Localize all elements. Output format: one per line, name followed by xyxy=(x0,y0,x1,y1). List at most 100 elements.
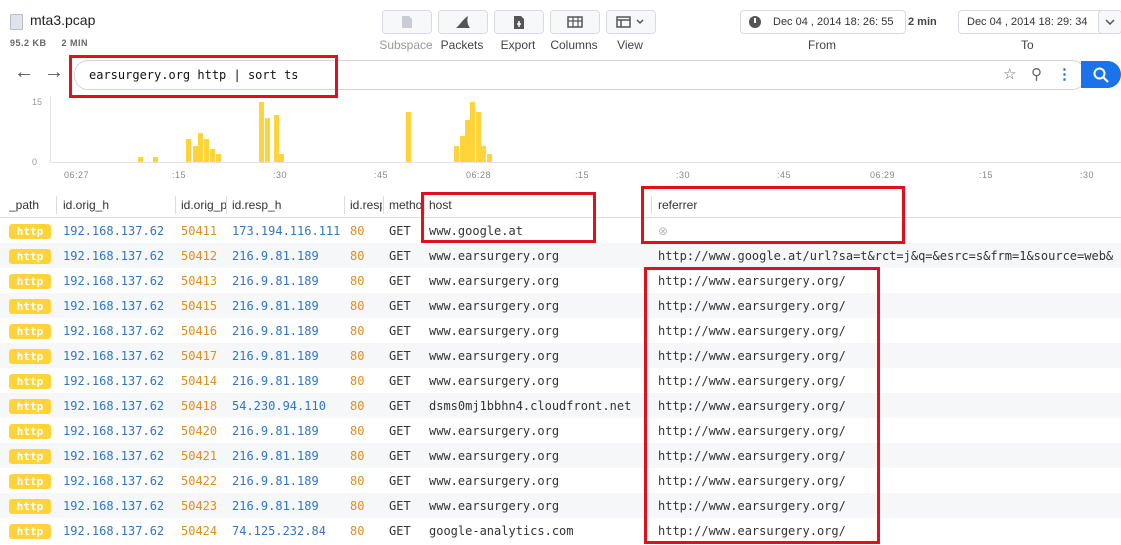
resp-p-cell[interactable]: 80 xyxy=(350,224,380,238)
table-row[interactable]: http 192.168.137.62 50424 74.125.232.84 80 GE… xyxy=(0,518,1121,543)
histogram-bar[interactable] xyxy=(210,148,215,162)
orig-h-cell[interactable]: 192.168.137.62 xyxy=(63,224,173,238)
orig-p-cell[interactable]: 50416 xyxy=(181,324,226,338)
host-cell[interactable]: www.earsurgery.org xyxy=(429,374,647,388)
resp-p-cell[interactable]: 80 xyxy=(350,299,380,313)
columns-button[interactable] xyxy=(550,10,600,34)
resp-p-cell[interactable]: 80 xyxy=(350,374,380,388)
resp-p-cell[interactable]: 80 xyxy=(350,324,380,338)
histogram-bar[interactable] xyxy=(265,117,270,162)
orig-h-cell[interactable]: 192.168.137.62 xyxy=(63,524,173,538)
histogram-bar[interactable] xyxy=(216,154,221,162)
column-header-resp-p[interactable]: id.resp_p xyxy=(350,198,382,212)
method-cell[interactable]: GET xyxy=(389,274,423,288)
host-cell[interactable]: www.earsurgery.org xyxy=(429,499,647,513)
orig-h-cell[interactable]: 192.168.137.62 xyxy=(63,299,173,313)
search-button[interactable] xyxy=(1081,61,1121,88)
table-row[interactable]: http 192.168.137.62 50422 216.9.81.189 80 GET… xyxy=(0,468,1121,493)
resp-p-cell[interactable]: 80 xyxy=(350,274,380,288)
resp-h-cell[interactable]: 173.194.116.111 xyxy=(232,224,340,238)
orig-p-cell[interactable]: 50413 xyxy=(181,274,226,288)
method-cell[interactable]: GET xyxy=(389,424,423,438)
table-row[interactable]: http 192.168.137.62 50413 216.9.81.189 80 GET… xyxy=(0,268,1121,293)
column-divider[interactable] xyxy=(56,196,57,214)
resp-h-cell[interactable]: 216.9.81.189 xyxy=(232,249,340,263)
column-divider[interactable] xyxy=(226,196,227,214)
host-cell[interactable]: www.earsurgery.org xyxy=(429,249,647,263)
export-button[interactable] xyxy=(494,10,544,34)
time-dropdown-button[interactable] xyxy=(1098,10,1121,34)
resp-h-cell[interactable]: 54.230.94.110 xyxy=(232,399,340,413)
resp-h-cell[interactable]: 216.9.81.189 xyxy=(232,499,340,513)
resp-h-cell[interactable]: 216.9.81.189 xyxy=(232,324,340,338)
histogram[interactable]: 15 0 06:27 :15 :30 :45 06:28 :15 :30 :45… xyxy=(0,92,1121,192)
orig-p-cell[interactable]: 50417 xyxy=(181,349,226,363)
orig-h-cell[interactable]: 192.168.137.62 xyxy=(63,474,173,488)
column-header-path[interactable]: _path xyxy=(9,198,57,212)
orig-p-cell[interactable]: 50424 xyxy=(181,524,226,538)
path-badge[interactable]: http xyxy=(9,249,51,264)
histogram-bar[interactable] xyxy=(186,138,191,162)
host-cell[interactable]: www.earsurgery.org xyxy=(429,449,647,463)
column-header-method[interactable]: method xyxy=(389,198,423,212)
table-row[interactable]: http 192.168.137.62 50418 54.230.94.110 80 GE… xyxy=(0,393,1121,418)
path-badge[interactable]: http xyxy=(9,499,51,514)
orig-p-cell[interactable]: 50412 xyxy=(181,249,226,263)
orig-p-cell[interactable]: 50422 xyxy=(181,474,226,488)
more-vert-icon[interactable]: ⋮ xyxy=(1057,65,1072,83)
path-badge[interactable]: http xyxy=(9,374,51,389)
host-cell[interactable]: www.earsurgery.org xyxy=(429,324,647,338)
path-badge[interactable]: http xyxy=(9,274,51,289)
orig-p-cell[interactable]: 50423 xyxy=(181,499,226,513)
referrer-cell[interactable]: http://www.google.at/url?sa=t&rct=j&q=&e… xyxy=(658,249,1121,263)
histogram-bar[interactable] xyxy=(204,138,209,162)
table-row[interactable]: http 192.168.137.62 50415 216.9.81.189 80 GET… xyxy=(0,293,1121,318)
path-badge[interactable]: http xyxy=(9,524,51,539)
table-row[interactable]: http 192.168.137.62 50421 216.9.81.189 80 GET… xyxy=(0,443,1121,468)
packets-button[interactable] xyxy=(438,10,488,34)
orig-h-cell[interactable]: 192.168.137.62 xyxy=(63,349,173,363)
column-header-resp-h[interactable]: id.resp_h xyxy=(232,198,342,212)
host-cell[interactable]: google-analytics.com xyxy=(429,524,647,538)
host-cell[interactable]: www.earsurgery.org xyxy=(429,274,647,288)
table-row[interactable]: http 192.168.137.62 50412 216.9.81.189 80 GET… xyxy=(0,243,1121,268)
resp-h-cell[interactable]: 216.9.81.189 xyxy=(232,474,340,488)
histogram-bar[interactable] xyxy=(454,146,459,162)
table-row[interactable]: http 192.168.137.62 50416 216.9.81.189 80 GET… xyxy=(0,318,1121,343)
resp-h-cell[interactable]: 216.9.81.189 xyxy=(232,374,340,388)
column-header-orig-p[interactable]: id.orig_p xyxy=(181,198,226,212)
orig-p-cell[interactable]: 50420 xyxy=(181,424,226,438)
orig-h-cell[interactable]: 192.168.137.62 xyxy=(63,274,173,288)
method-cell[interactable]: GET xyxy=(389,249,423,263)
histogram-bar[interactable] xyxy=(259,102,264,162)
path-badge[interactable]: http xyxy=(9,224,51,239)
back-arrow-icon[interactable]: ← xyxy=(14,61,34,84)
method-cell[interactable]: GET xyxy=(389,474,423,488)
method-cell[interactable]: GET xyxy=(389,524,423,538)
table-row[interactable]: http 192.168.137.62 50420 216.9.81.189 80 GET… xyxy=(0,418,1121,443)
resp-p-cell[interactable]: 80 xyxy=(350,349,380,363)
histogram-bar[interactable] xyxy=(470,102,475,162)
host-cell[interactable]: www.earsurgery.org xyxy=(429,299,647,313)
orig-p-cell[interactable]: 50411 xyxy=(181,224,226,238)
host-cell[interactable]: dsms0mj1bbhn4.cloudfront.net xyxy=(429,399,647,413)
orig-p-cell[interactable]: 50415 xyxy=(181,299,226,313)
method-cell[interactable]: GET xyxy=(389,399,423,413)
histogram-bar[interactable] xyxy=(487,154,492,162)
view-button[interactable] xyxy=(606,10,656,34)
table-row[interactable]: http 192.168.137.62 50417 216.9.81.189 80 GET… xyxy=(0,343,1121,368)
star-icon[interactable]: ☆ xyxy=(1003,65,1016,83)
orig-h-cell[interactable]: 192.168.137.62 xyxy=(63,249,173,263)
resp-h-cell[interactable]: 216.9.81.189 xyxy=(232,299,340,313)
to-time-input[interactable]: Dec 04 , 2014 18: 29: 34 xyxy=(958,10,1106,34)
orig-p-cell[interactable]: 50418 xyxy=(181,399,226,413)
path-badge[interactable]: http xyxy=(9,399,51,414)
orig-h-cell[interactable]: 192.168.137.62 xyxy=(63,374,173,388)
resp-h-cell[interactable]: 216.9.81.189 xyxy=(232,449,340,463)
method-cell[interactable]: GET xyxy=(389,349,423,363)
path-badge[interactable]: http xyxy=(9,474,51,489)
resp-p-cell[interactable]: 80 xyxy=(350,249,380,263)
resp-p-cell[interactable]: 80 xyxy=(350,524,380,538)
column-divider[interactable] xyxy=(383,196,384,214)
column-header-orig-h[interactable]: id.orig_h xyxy=(63,198,173,212)
